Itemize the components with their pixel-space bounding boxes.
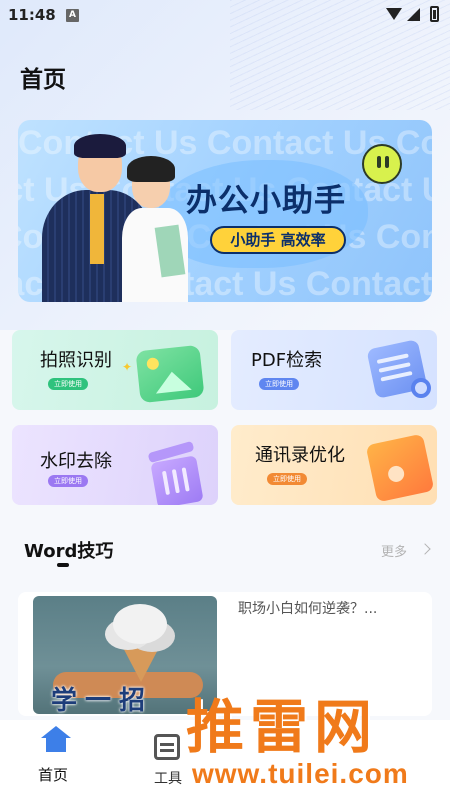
feature-card-pdf-search[interactable]: PDF检索 立即使用: [231, 330, 437, 410]
tie-illustration: [90, 194, 104, 264]
watermark-logo-text: 推雷网: [186, 693, 379, 761]
promo-banner[interactable]: Contact Us Contact Us Contact Us Contact…: [18, 120, 432, 302]
more-link[interactable]: 更多: [381, 541, 407, 560]
tab-home[interactable]: 首页: [20, 726, 92, 788]
wifi-icon: [386, 8, 402, 20]
signal-icon: [407, 8, 420, 21]
status-time: 11:48: [8, 6, 56, 24]
feature-card-contacts-optimization[interactable]: 通讯录优化 立即使用: [231, 425, 437, 505]
chevron-right-icon[interactable]: [419, 543, 431, 555]
feature-card-label: 通讯录优化: [255, 445, 345, 466]
sparkle-icon: ✦: [122, 360, 133, 374]
thumbnail-text: 学一招: [51, 686, 154, 714]
tab-tools-label: 工具: [154, 771, 182, 787]
banner-title: 办公小助手: [186, 183, 346, 219]
trash-icon: [150, 455, 204, 505]
section-underline: [57, 563, 69, 567]
use-now-tag: 立即使用: [48, 475, 88, 487]
feature-card-photo-recognition[interactable]: 拍照识别 立即使用 ✦: [12, 330, 218, 410]
photo-icon: [135, 344, 205, 404]
use-now-tag: 立即使用: [267, 473, 307, 485]
businessman-hair: [74, 134, 126, 158]
banner-subtitle-pill: 小助手 高效率: [210, 226, 346, 254]
feature-card-label: PDF检索: [251, 350, 323, 371]
contacts-icon: [365, 433, 435, 503]
use-now-tag: 立即使用: [259, 378, 299, 390]
businesswoman-hair: [127, 156, 175, 182]
section-title: Word技巧: [24, 541, 114, 562]
cone-illustration: [119, 640, 163, 682]
page-title: 首页: [20, 67, 66, 93]
magnifier-icon: [411, 378, 431, 398]
tab-home-label: 首页: [38, 766, 69, 784]
status-bar: 11:48 A: [0, 0, 450, 30]
battery-icon: [430, 6, 439, 22]
use-now-tag: 立即使用: [48, 378, 88, 390]
article-title: 职场小白如何逆袭？...: [238, 601, 378, 617]
site-watermark: 推雷网 www.tuilei.com: [182, 680, 450, 800]
feature-card-label: 拍照识别: [40, 350, 112, 371]
smiley-icon: [362, 144, 402, 184]
cloud-illustration: [113, 604, 167, 644]
feature-card-watermark-removal[interactable]: 水印去除 立即使用: [12, 425, 218, 505]
feature-card-label: 水印去除: [40, 451, 112, 472]
watermark-url: www.tuilei.com: [192, 758, 409, 789]
tools-icon: [154, 734, 180, 760]
notification-a-icon: A: [66, 9, 79, 22]
home-icon: [41, 726, 71, 756]
